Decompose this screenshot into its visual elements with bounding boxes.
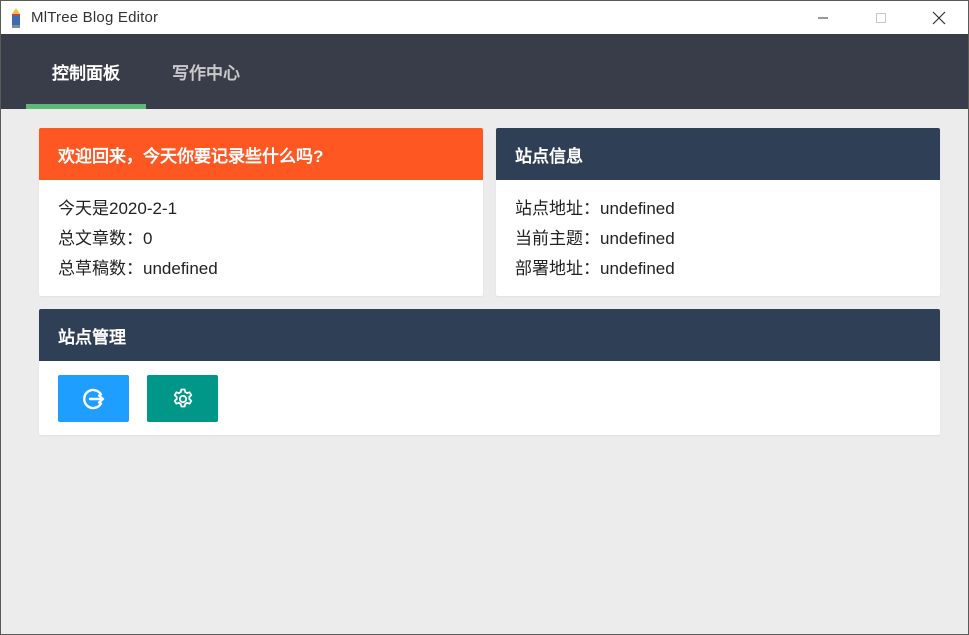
welcome-card: 欢迎回来，今天你要记录些什么吗? 今天是2020-2-1 总文章数：0 总草稿数…: [39, 128, 483, 296]
tab-writing-center[interactable]: 写作中心: [146, 34, 266, 109]
gear-icon: [173, 388, 192, 407]
deploy-button[interactable]: [58, 375, 129, 422]
current-theme-text: 当前主题：undefined: [515, 229, 675, 248]
settings-button[interactable]: [147, 375, 218, 422]
site-info-card-header: 站点信息: [496, 128, 940, 180]
site-info-card-body: 站点地址：undefined 当前主题：undefined 部署地址：undef…: [496, 180, 940, 289]
nav-bar: 控制面板 写作中心: [1, 34, 968, 109]
site-manage-card: 站点管理: [39, 309, 940, 435]
window-title: MlTree Blog Editor: [31, 9, 159, 26]
close-icon: [932, 11, 946, 24]
site-manage-card-header: 站点管理: [39, 309, 940, 361]
minimize-button[interactable]: [794, 1, 852, 34]
total-posts-text: 总文章数：0: [58, 229, 153, 248]
deploy-icon: [82, 388, 104, 409]
site-info-card: 站点信息 站点地址：undefined 当前主题：undefined 部署地址：…: [496, 128, 940, 296]
title-bar[interactable]: MlTree Blog Editor: [1, 1, 968, 34]
welcome-card-body: 今天是2020-2-1 总文章数：0 总草稿数：undefined: [39, 180, 483, 289]
minimize-icon: [818, 17, 828, 18]
total-drafts-text: 总草稿数：undefined: [58, 259, 218, 278]
site-manage-actions: [39, 361, 940, 435]
maximize-icon: [876, 12, 886, 23]
deploy-url-text: 部署地址：undefined: [515, 259, 675, 278]
close-button[interactable]: [910, 1, 968, 34]
maximize-button[interactable]: [852, 1, 910, 34]
today-date-text: 今天是2020-2-1: [58, 199, 178, 218]
tab-dashboard[interactable]: 控制面板: [26, 34, 146, 109]
site-url-text: 站点地址：undefined: [515, 199, 675, 218]
app-window: MlTree Blog Editor 控制面板 写作中心 欢迎回来，今天你要记录…: [0, 0, 969, 635]
window-controls: [794, 1, 968, 34]
pencil-app-icon: [12, 7, 20, 28]
welcome-card-header: 欢迎回来，今天你要记录些什么吗?: [39, 128, 483, 180]
